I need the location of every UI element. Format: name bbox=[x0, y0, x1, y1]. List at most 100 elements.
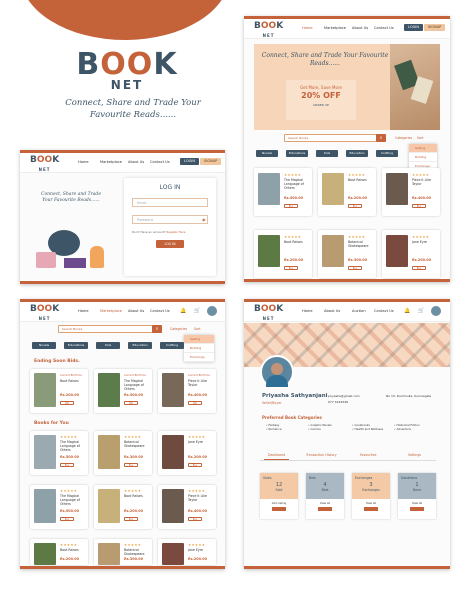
add-cart-button[interactable]: Buy bbox=[284, 204, 298, 208]
add-cart-button[interactable]: Buy bbox=[412, 204, 426, 208]
bid-card[interactable]: Current Bid Price Boot Raises Rs.200.00 … bbox=[30, 369, 88, 413]
category-educations[interactable]: Educations bbox=[286, 150, 308, 157]
profile-avatar[interactable] bbox=[260, 355, 294, 389]
cart-icon[interactable]: 🛒 bbox=[418, 308, 424, 314]
stat-donations-button[interactable] bbox=[410, 507, 424, 511]
categories-dropdown[interactable]: Categories bbox=[170, 327, 187, 331]
avatar[interactable] bbox=[431, 306, 441, 316]
add-cart-button[interactable]: Buy bbox=[284, 266, 298, 270]
nav-home[interactable]: Home bbox=[302, 309, 313, 313]
nav-marketplace[interactable]: Marketplace bbox=[100, 160, 122, 164]
tab-dashboard[interactable]: Dashboard bbox=[264, 453, 290, 460]
add-cart-button[interactable]: Buy bbox=[348, 266, 362, 270]
bid-button[interactable]: Bid bbox=[60, 401, 74, 405]
book-card[interactable]: ★★★★★ Boot Raises Rs.200.00 Buy bbox=[318, 168, 376, 216]
tab-transaction-history[interactable]: Transaction History bbox=[306, 453, 337, 457]
category-crafting[interactable]: Crafting bbox=[376, 150, 398, 157]
nav-logo[interactable]: BOOK NET bbox=[30, 156, 59, 174]
book-card[interactable]: ★★★★★ The Magical Language of Others Rs.… bbox=[30, 431, 88, 475]
dropdown-option-selling[interactable]: Selling bbox=[409, 144, 437, 153]
nav-contact[interactable]: Contact Us bbox=[374, 26, 394, 30]
bid-button[interactable]: Bid bbox=[124, 401, 138, 405]
book-card[interactable]: ★★★★★ Piece it Like Taylor Rs.400.00 Buy bbox=[158, 485, 216, 529]
book-card[interactable]: ★★★★★ Piece it Like Taylor Rs.400.00 Buy bbox=[382, 168, 440, 216]
notification-icon[interactable]: 🔔 bbox=[180, 308, 186, 314]
category-crafting[interactable]: Crafting bbox=[160, 342, 184, 349]
stat-exchanges-button[interactable] bbox=[364, 507, 378, 511]
profile-name: Priyasha Sathyanjani bbox=[262, 393, 328, 399]
navbar: BOOK NET Home Marketplace About Us Contac… bbox=[20, 302, 225, 322]
nav-home[interactable]: Home bbox=[302, 26, 313, 30]
nav-logo[interactable]: BOOK NET bbox=[254, 22, 283, 40]
nav-marketplace[interactable]: Marketplace bbox=[324, 26, 346, 30]
tab-favourites[interactable]: Favourites bbox=[360, 453, 376, 457]
login-button[interactable]: LOGIN bbox=[180, 158, 199, 165]
signup-button[interactable]: SIGNUP bbox=[200, 158, 222, 165]
dropdown-option-bidding[interactable]: Bidding bbox=[184, 344, 214, 353]
eye-icon[interactable]: ◉ bbox=[202, 217, 206, 222]
cart-icon[interactable]: 🛒 bbox=[194, 308, 200, 314]
profile-email: priyasha@gmail.com bbox=[328, 394, 360, 398]
dropdown-option-exchange[interactable]: Exchange bbox=[184, 353, 214, 362]
category-education[interactable]: Education bbox=[346, 150, 368, 157]
book-card[interactable]: ★★★★★ The Magical Language of Others Rs.… bbox=[30, 485, 88, 529]
tab-settings[interactable]: Settings bbox=[408, 453, 421, 457]
book-card[interactable]: ★★★★★ Jane Eyre Rs.200.00 bbox=[158, 539, 216, 565]
nav-auction[interactable]: Auction bbox=[352, 309, 366, 313]
category-novels[interactable]: Novels bbox=[256, 150, 278, 157]
search-button[interactable]: ⌕ bbox=[152, 325, 162, 333]
book-card[interactable]: ★★★★★ Boot Raises Rs.200.00 bbox=[30, 539, 88, 565]
book-card[interactable]: ★★★★★ Boot Raises Rs.200.00 Buy bbox=[94, 485, 152, 529]
book-card[interactable]: ★★★★★ Botanical Shakespeare Rs.300.00 Bu… bbox=[94, 431, 152, 475]
nav-contact[interactable]: Contact Us bbox=[374, 309, 394, 313]
signup-button[interactable]: SIGNUP bbox=[424, 24, 446, 31]
category-kids[interactable]: Kids bbox=[96, 342, 120, 349]
nav-about[interactable]: About Us bbox=[128, 309, 144, 313]
bid-button[interactable]: Bid bbox=[188, 401, 202, 405]
nav-contact[interactable]: Contact Us bbox=[150, 309, 170, 313]
hero-banner: Connect, Share and Trade Your Favourite … bbox=[254, 44, 440, 130]
dropdown-option-bidding[interactable]: Bidding bbox=[409, 153, 437, 162]
category-educations[interactable]: Educations bbox=[64, 342, 88, 349]
category-education[interactable]: Education bbox=[128, 342, 152, 349]
add-cart-button[interactable]: Buy bbox=[348, 204, 362, 208]
sort-dropdown[interactable]: Sort bbox=[417, 136, 424, 140]
category-kids[interactable]: Kids bbox=[316, 150, 338, 157]
book-card[interactable]: ★★★★★ Botanical Shakespeare Rs.300.00 Bu… bbox=[318, 230, 376, 278]
category-novels[interactable]: Novels bbox=[32, 342, 56, 349]
bid-card[interactable]: Current Bid Price The Magical Language o… bbox=[94, 369, 152, 413]
password-field[interactable]: Password bbox=[132, 215, 208, 224]
categories-dropdown[interactable]: Categories bbox=[395, 136, 412, 140]
book-card[interactable]: ★★★★★ The Magical Language of Others Rs.… bbox=[254, 168, 312, 216]
nav-logo[interactable]: BOOK NET bbox=[254, 305, 283, 323]
nav-home[interactable]: Home bbox=[78, 160, 89, 164]
email-field[interactable]: Email bbox=[132, 198, 208, 207]
bid-card[interactable]: Current Bid Price Piece it Like Taylor R… bbox=[158, 369, 216, 413]
book-card[interactable]: ★★★★★ Botanical Shakespeare Rs.300.00 bbox=[94, 539, 152, 565]
stat-bids-button[interactable] bbox=[318, 507, 332, 511]
avatar[interactable] bbox=[207, 306, 217, 316]
nav-about[interactable]: About Us bbox=[128, 160, 144, 164]
book-card[interactable]: ★★★★★ Jane Eyre Rs.200.00 Buy bbox=[382, 230, 440, 278]
sort-dropdown[interactable]: Sort bbox=[194, 327, 201, 331]
promo-cta[interactable]: ORDER UP bbox=[286, 103, 356, 107]
nav-home[interactable]: Home bbox=[78, 309, 89, 313]
login-button[interactable]: LOGIN bbox=[404, 24, 423, 31]
search-input[interactable]: Search Books bbox=[284, 134, 384, 142]
stat-sales-button[interactable] bbox=[272, 507, 286, 511]
login-submit-button[interactable]: LOG IN bbox=[156, 240, 184, 248]
register-link[interactable]: Register Here bbox=[166, 230, 185, 234]
notification-icon[interactable]: 🔔 bbox=[404, 308, 410, 314]
search-input[interactable]: Search Books bbox=[58, 325, 162, 333]
book-card[interactable]: ★★★★★ Boot Raises Rs.200.00 Buy bbox=[254, 230, 312, 278]
login-tagline: Connect, Share and Trade Your Favourite … bbox=[41, 192, 101, 203]
nav-marketplace[interactable]: Marketplace bbox=[100, 309, 122, 313]
nav-contact[interactable]: Contact Us bbox=[150, 160, 170, 164]
nav-about[interactable]: About Us bbox=[324, 309, 340, 313]
search-button[interactable]: ⌕ bbox=[376, 134, 386, 142]
book-card[interactable]: ★★★★★ Jane Eyre Rs.200.00 Buy bbox=[158, 431, 216, 475]
nav-about[interactable]: About Us bbox=[352, 26, 368, 30]
add-cart-button[interactable]: Buy bbox=[412, 266, 426, 270]
nav-logo[interactable]: BOOK NET bbox=[30, 305, 59, 323]
dropdown-option-selling[interactable]: Selling bbox=[184, 335, 214, 344]
